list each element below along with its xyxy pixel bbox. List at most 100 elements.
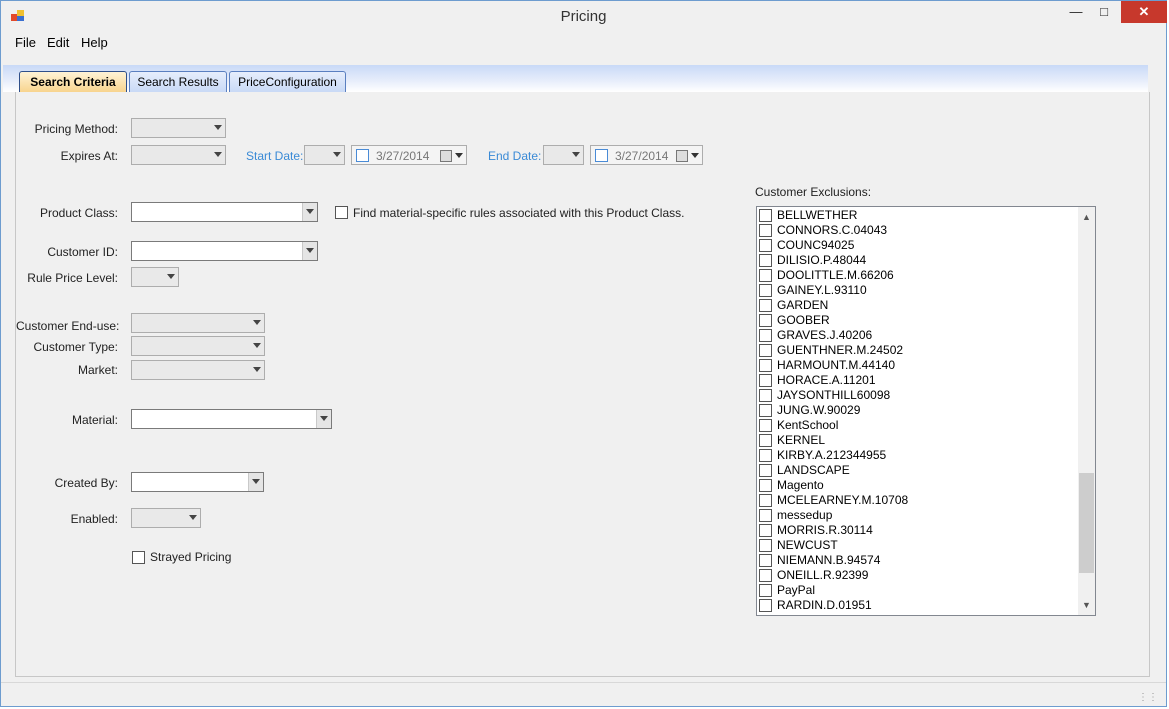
exclusion-label: JAYSONTHILL60098 <box>777 388 891 402</box>
exclusion-checkbox[interactable] <box>759 329 772 342</box>
tab-search-criteria[interactable]: Search Criteria <box>19 71 127 92</box>
end-date-checkbox[interactable] <box>595 149 608 162</box>
exclusion-checkbox[interactable] <box>759 359 772 372</box>
list-item[interactable]: NEWCUST <box>759 538 1077 553</box>
chevron-down-icon <box>333 152 341 157</box>
list-item[interactable]: KIRBY.A.212344955 <box>759 448 1077 463</box>
exclusion-checkbox[interactable] <box>759 509 772 522</box>
list-item[interactable]: ONEILL.R.92399 <box>759 568 1077 583</box>
list-item[interactable]: LANDSCAPE <box>759 463 1077 478</box>
exclusion-checkbox[interactable] <box>759 269 772 282</box>
list-item[interactable]: COUNC94025 <box>759 238 1077 253</box>
minimize-button[interactable]: — <box>1061 1 1091 23</box>
list-item[interactable]: GUENTHNER.M.24502 <box>759 343 1077 358</box>
exclusion-checkbox[interactable] <box>759 224 772 237</box>
dropdown-button[interactable] <box>316 410 331 428</box>
scroll-down-icon[interactable]: ▼ <box>1082 600 1091 610</box>
dropdown-button[interactable] <box>302 203 317 221</box>
start-date-operator-dropdown[interactable] <box>304 145 345 165</box>
enabled-dropdown[interactable] <box>131 508 201 528</box>
exclusion-checkbox[interactable] <box>759 254 772 267</box>
rule-price-level-dropdown[interactable] <box>131 267 179 287</box>
list-item[interactable]: CONNORS.C.04043 <box>759 223 1077 238</box>
exclusion-checkbox[interactable] <box>759 524 772 537</box>
list-item[interactable]: MCELEARNEY.M.10708 <box>759 493 1077 508</box>
list-item[interactable]: GRAVES.J.40206 <box>759 328 1077 343</box>
tab-search-results[interactable]: Search Results <box>129 71 227 92</box>
expires-at-dropdown[interactable] <box>131 145 226 165</box>
list-item[interactable]: GARDEN <box>759 298 1077 313</box>
list-item[interactable]: GAINEY.L.93110 <box>759 283 1077 298</box>
customer-end-use-dropdown[interactable] <box>131 313 265 333</box>
list-item[interactable]: DILISIO.P.48044 <box>759 253 1077 268</box>
material-dropdown[interactable] <box>131 409 332 429</box>
tab-price-configuration[interactable]: PriceConfiguration <box>229 71 346 92</box>
list-item[interactable]: NIEMANN.B.94574 <box>759 553 1077 568</box>
exclusion-checkbox[interactable] <box>759 599 772 612</box>
exclusion-checkbox[interactable] <box>759 539 772 552</box>
menu-edit[interactable]: Edit <box>47 35 69 50</box>
find-material-checkbox[interactable] <box>335 206 348 219</box>
end-date-value: 3/27/2014 <box>615 149 669 163</box>
exclusion-checkbox[interactable] <box>759 554 772 567</box>
exclusion-checkbox[interactable] <box>759 404 772 417</box>
list-item[interactable]: KERNEL <box>759 433 1077 448</box>
exclusion-checkbox[interactable] <box>759 374 772 387</box>
created-by-dropdown[interactable] <box>131 472 264 492</box>
strayed-pricing-checkbox[interactable] <box>132 551 145 564</box>
exclusion-checkbox[interactable] <box>759 434 772 447</box>
list-item[interactable]: JUNG.W.90029 <box>759 403 1077 418</box>
list-item[interactable]: MORRIS.R.30114 <box>759 523 1077 538</box>
exclusion-checkbox[interactable] <box>759 569 772 582</box>
scroll-up-icon[interactable]: ▲ <box>1082 212 1091 222</box>
list-item[interactable]: HARMOUNT.M.44140 <box>759 358 1077 373</box>
list-item[interactable]: HORACE.A.11201 <box>759 373 1077 388</box>
list-item[interactable]: Magento <box>759 478 1077 493</box>
exclusion-checkbox[interactable] <box>759 464 772 477</box>
list-scrollbar[interactable]: ▲ ▼ <box>1078 207 1095 615</box>
exclusion-checkbox[interactable] <box>759 479 772 492</box>
list-item[interactable]: GOOBER <box>759 313 1077 328</box>
exclusion-checkbox[interactable] <box>759 584 772 597</box>
exclusion-checkbox[interactable] <box>759 344 772 357</box>
list-item[interactable]: PayPal <box>759 583 1077 598</box>
start-date-checkbox[interactable] <box>356 149 369 162</box>
close-button[interactable]: ✕ <box>1121 1 1167 23</box>
maximize-button[interactable]: □ <box>1089 1 1119 23</box>
end-date-picker[interactable]: 3/27/2014 <box>590 145 703 165</box>
chevron-down-icon <box>306 209 314 214</box>
exclusion-checkbox[interactable] <box>759 239 772 252</box>
customer-type-dropdown[interactable] <box>131 336 265 356</box>
list-item[interactable]: messedup <box>759 508 1077 523</box>
exclusion-checkbox[interactable] <box>759 284 772 297</box>
menu-help[interactable]: Help <box>81 35 108 50</box>
exclusion-checkbox[interactable] <box>759 314 772 327</box>
list-item[interactable]: RARDIN.D.01951 <box>759 598 1077 613</box>
chevron-down-icon <box>691 153 699 158</box>
exclusion-checkbox[interactable] <box>759 494 772 507</box>
exclusion-checkbox[interactable] <box>759 209 772 222</box>
dropdown-button[interactable] <box>302 242 317 260</box>
dropdown-button[interactable] <box>248 473 263 491</box>
customer-exclusions-list[interactable]: BELLWETHER CONNORS.C.04043 COUNC94025 DILIS… <box>756 206 1096 616</box>
product-class-dropdown[interactable] <box>131 202 318 222</box>
list-item[interactable]: JAYSONTHILL60098 <box>759 388 1077 403</box>
exclusion-checkbox[interactable] <box>759 449 772 462</box>
scroll-thumb[interactable] <box>1079 473 1094 573</box>
resize-grip-icon[interactable]: ⋮⋮ <box>1138 692 1158 703</box>
start-date-picker[interactable]: 3/27/2014 <box>351 145 467 165</box>
market-dropdown[interactable] <box>131 360 265 380</box>
end-date-operator-dropdown[interactable] <box>543 145 584 165</box>
pricing-method-dropdown[interactable] <box>131 118 226 138</box>
exclusion-checkbox[interactable] <box>759 419 772 432</box>
exclusion-checkbox[interactable] <box>759 389 772 402</box>
exclusion-label: JUNG.W.90029 <box>777 403 861 417</box>
list-item[interactable]: KentSchool <box>759 418 1077 433</box>
customer-id-dropdown[interactable] <box>131 241 318 261</box>
list-item[interactable]: DOOLITTLE.M.66206 <box>759 268 1077 283</box>
menu-file[interactable]: File <box>15 35 36 50</box>
exclusion-label: GARDEN <box>777 298 829 312</box>
exclusion-checkbox[interactable] <box>759 299 772 312</box>
list-item[interactable]: BELLWETHER <box>759 208 1077 223</box>
tab-strip: Search Criteria Search Results PriceConf… <box>3 65 1148 92</box>
